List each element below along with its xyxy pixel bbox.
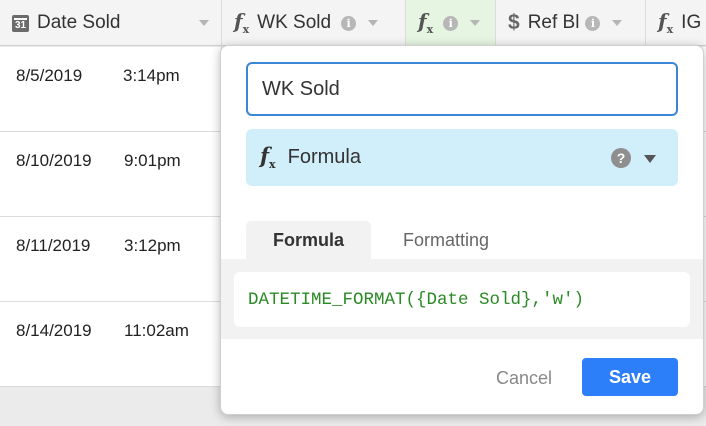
chevron-down-icon xyxy=(644,155,656,163)
column-name: Date Sold xyxy=(37,12,121,33)
field-name-input[interactable] xyxy=(246,62,678,116)
date-cell[interactable]: 8/11/2019 3:12pm xyxy=(0,217,222,301)
column-header-formula[interactable]: fx i xyxy=(406,0,496,46)
field-editor-popover: fx Formula ? Formula Formatting DATETIME… xyxy=(220,45,704,415)
formula-editor[interactable]: DATETIME_FORMAT({Date Sold},'w') xyxy=(234,272,690,327)
time-value: 11:02am xyxy=(124,321,189,340)
tab-formatting[interactable]: Formatting xyxy=(381,221,511,259)
chevron-down-icon[interactable] xyxy=(199,20,209,26)
date-cell[interactable]: 8/5/2019 3:14pm xyxy=(0,47,222,131)
time-value: 3:14pm xyxy=(123,66,180,85)
field-type-select[interactable]: fx Formula ? xyxy=(246,129,678,186)
column-header-ig[interactable]: fx IG xyxy=(646,0,706,46)
cancel-button[interactable]: Cancel xyxy=(489,360,559,396)
formula-icon: fx xyxy=(418,9,434,36)
chevron-down-icon[interactable] xyxy=(470,20,481,26)
calendar-icon: 31 xyxy=(12,14,29,32)
chevron-down-icon[interactable] xyxy=(612,20,623,26)
column-name: Ref Bl xyxy=(527,12,580,33)
tab-formula[interactable]: Formula xyxy=(246,221,371,259)
column-header-wk-sold[interactable]: fx WK Sold i xyxy=(222,0,406,46)
column-header-bar: 31 Date Sold fx WK Sold i fx i $ Ref Bl … xyxy=(0,0,706,46)
currency-icon: $ xyxy=(508,11,520,34)
date-cell[interactable]: 8/10/2019 9:01pm xyxy=(0,132,222,216)
info-icon[interactable]: i xyxy=(443,15,459,31)
column-header-ref-bl[interactable]: $ Ref Bl i xyxy=(496,0,646,46)
formula-icon: fx xyxy=(260,142,276,172)
date-value: 8/11/2019 xyxy=(16,236,91,255)
info-icon[interactable]: i xyxy=(341,15,357,31)
date-value: 8/5/2019 xyxy=(16,66,83,85)
column-name: IG xyxy=(681,12,702,33)
formula-icon: fx xyxy=(234,9,250,36)
time-value: 9:01pm xyxy=(124,151,181,170)
formula-icon: fx xyxy=(658,9,674,36)
date-value: 8/14/2019 xyxy=(16,321,92,340)
time-value: 3:12pm xyxy=(124,236,181,255)
date-cell[interactable]: 8/14/2019 11:02am xyxy=(0,302,222,386)
column-header-date-sold[interactable]: 31 Date Sold xyxy=(0,0,222,46)
field-type-label: Formula xyxy=(287,146,361,168)
info-icon[interactable]: i xyxy=(585,15,601,31)
formula-editor-panel: DATETIME_FORMAT({Date Sold},'w') xyxy=(221,259,703,339)
save-button[interactable]: Save xyxy=(582,358,678,396)
column-name: WK Sold xyxy=(257,12,332,33)
help-icon[interactable]: ? xyxy=(611,148,631,168)
date-value: 8/10/2019 xyxy=(16,151,92,170)
chevron-down-icon[interactable] xyxy=(368,20,379,26)
